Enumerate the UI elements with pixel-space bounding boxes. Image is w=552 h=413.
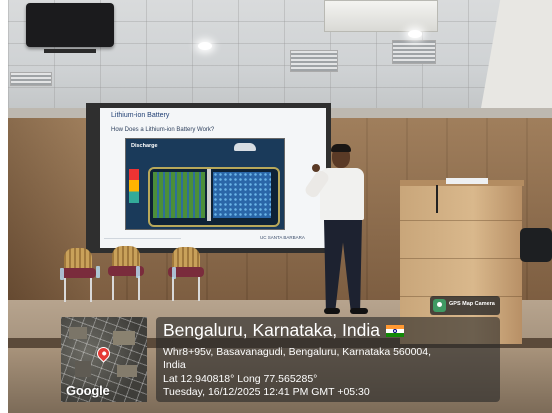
map-pin-icon bbox=[95, 345, 112, 362]
presenter-legs bbox=[324, 220, 362, 310]
water-bottle bbox=[172, 267, 176, 279]
water-bottle bbox=[96, 266, 100, 278]
india-flag-icon bbox=[385, 325, 404, 337]
location-title: Bengaluru, Karnataka, India bbox=[163, 320, 404, 341]
slide-footer-link: —————————————————————— bbox=[104, 236, 181, 240]
presenter bbox=[303, 142, 390, 332]
anode bbox=[153, 172, 205, 218]
separator bbox=[207, 169, 211, 221]
ceiling-lamp bbox=[198, 42, 212, 50]
presenter-shoe bbox=[324, 308, 340, 314]
gps-badge-label: GPS Map Camera bbox=[449, 301, 495, 307]
google-logo: Google bbox=[66, 383, 110, 398]
location-title-text: Bengaluru, Karnataka, India bbox=[163, 320, 380, 340]
ceiling-lamp bbox=[408, 30, 422, 38]
podium-nameplate bbox=[446, 178, 488, 184]
bag bbox=[520, 228, 552, 262]
gps-camera-icon bbox=[433, 299, 446, 312]
ceiling-light-panel bbox=[324, 0, 438, 32]
presenter-hand bbox=[312, 164, 320, 172]
presenter-hair bbox=[331, 144, 351, 152]
projector bbox=[26, 3, 114, 53]
diagram-label: Discharge bbox=[131, 143, 158, 149]
podium-panel-line bbox=[400, 220, 522, 221]
chair bbox=[60, 248, 96, 302]
datetime: Tuesday, 16/12/2025 12:41 PM GMT +05:30 bbox=[163, 386, 370, 398]
projection-screen: Lithium-ion Battery How Does a Lithium-i… bbox=[100, 108, 326, 248]
address-line-1: Whr8+95v, Basavanagudi, Bengaluru, Karna… bbox=[163, 346, 432, 358]
podium-panel-line bbox=[400, 258, 522, 259]
map-building bbox=[113, 331, 135, 345]
slide-title: Lithium-ion Battery bbox=[111, 112, 170, 119]
battery-cell bbox=[148, 167, 280, 227]
presenter-shoe bbox=[350, 308, 368, 314]
slide-brand: UC SANTA BARBARA bbox=[260, 235, 305, 240]
address-line-2: India bbox=[163, 359, 186, 371]
ceiling-vent bbox=[392, 40, 436, 64]
car-icon bbox=[234, 143, 256, 151]
cathode bbox=[213, 172, 271, 218]
water-bottle bbox=[136, 266, 140, 278]
coordinates: Lat 12.940818° Long 77.565285° bbox=[163, 373, 318, 385]
charge-gauge-icon bbox=[129, 169, 139, 203]
water-bottle bbox=[60, 268, 64, 280]
map-building bbox=[117, 365, 137, 377]
map-building bbox=[69, 327, 87, 339]
battery-diagram: Discharge bbox=[125, 138, 285, 230]
photo-frame: Lithium-ion Battery How Does a Lithium-i… bbox=[0, 0, 552, 413]
ceiling-vent bbox=[290, 50, 338, 72]
gps-map-camera-badge: GPS Map Camera bbox=[430, 296, 500, 315]
ceiling-vent bbox=[10, 72, 52, 86]
location-info-panel: Bengaluru, Karnataka, India Whr8+95v, Ba… bbox=[156, 317, 500, 402]
map-building bbox=[75, 361, 91, 377]
map-thumbnail: Google bbox=[61, 317, 147, 402]
podium-microphone bbox=[436, 185, 438, 213]
slide-subtitle: How Does a Lithium-ion Battery Work? bbox=[111, 127, 215, 133]
